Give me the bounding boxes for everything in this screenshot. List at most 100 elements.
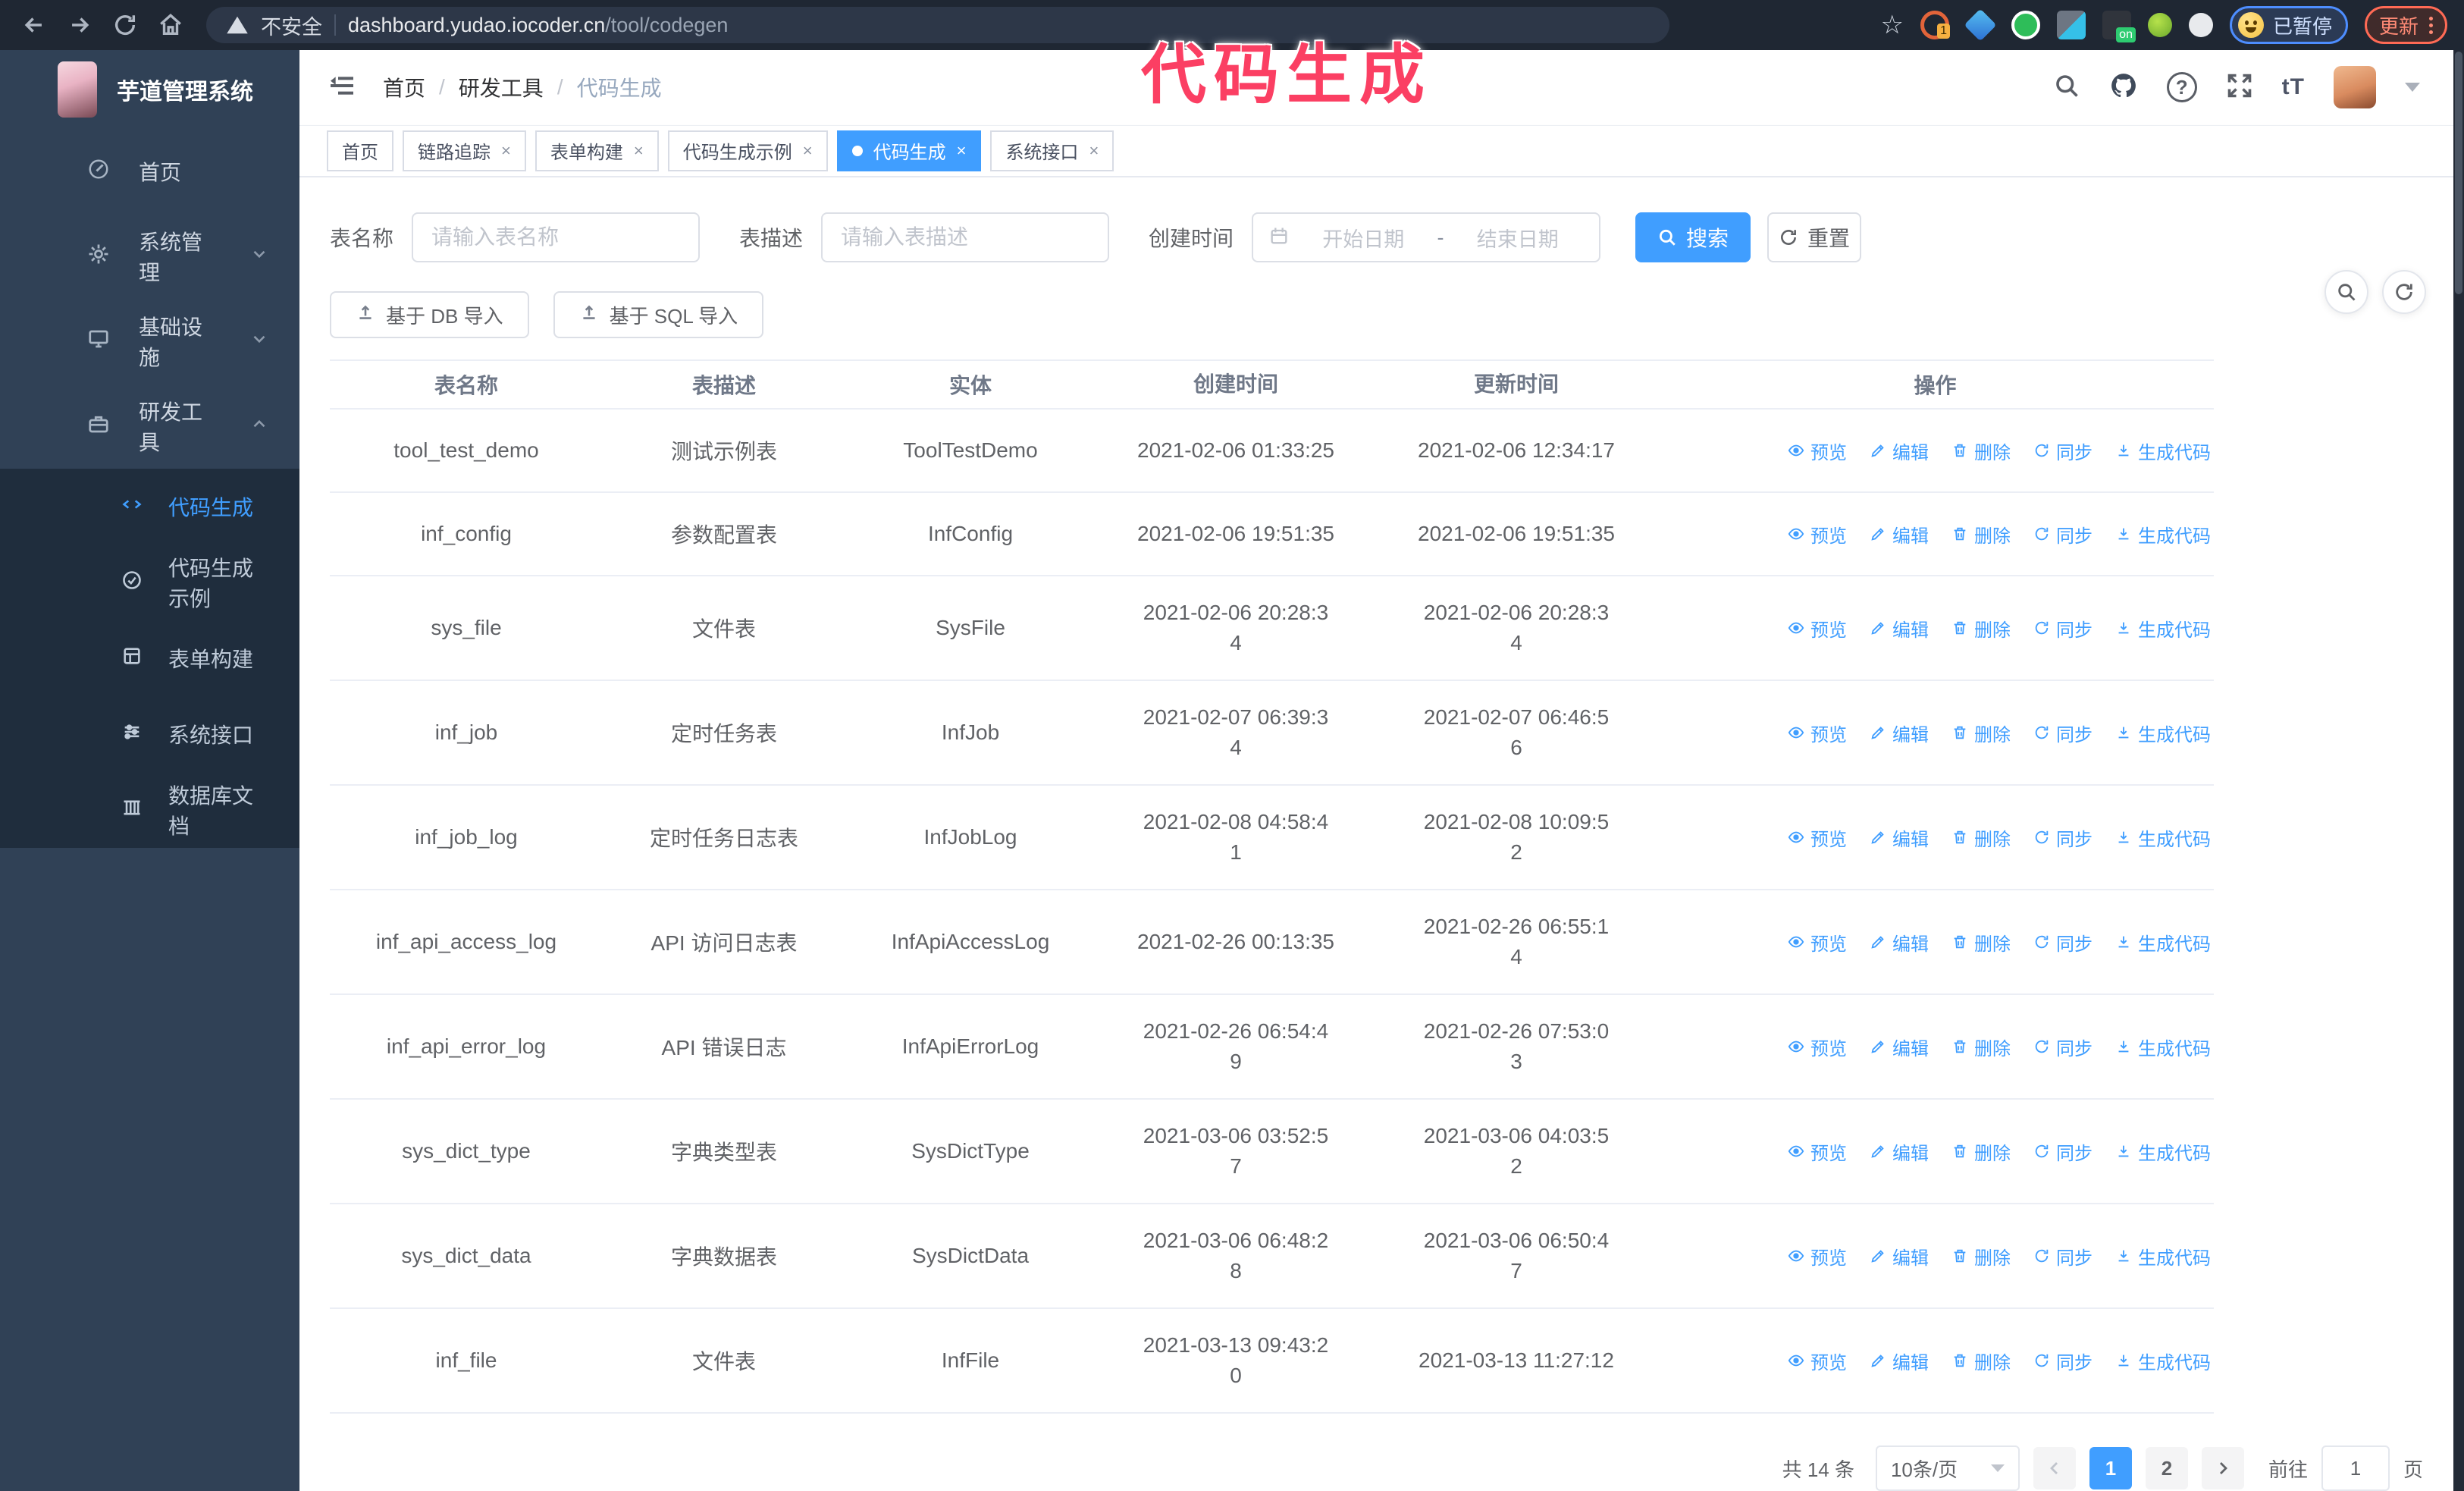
sync-link[interactable]: 同步 bbox=[2033, 1243, 2093, 1270]
user-menu-caret-icon[interactable] bbox=[2405, 83, 2420, 93]
sidebar-item-codegen-example[interactable]: 代码生成示例 bbox=[0, 545, 299, 620]
delete-link[interactable]: 删除 bbox=[1951, 1138, 2011, 1165]
extension-icon-6[interactable] bbox=[2147, 13, 2172, 37]
close-icon[interactable]: × bbox=[634, 142, 644, 159]
github-icon[interactable] bbox=[2109, 71, 2138, 104]
tab-trace[interactable]: 链路追踪 × bbox=[403, 130, 526, 171]
browser-scrollbar[interactable] bbox=[2453, 50, 2464, 1491]
close-icon[interactable]: × bbox=[957, 142, 967, 159]
tab-codegen-example[interactable]: 代码生成示例 × bbox=[667, 130, 828, 171]
generate-code-link[interactable]: 生成代码 bbox=[2115, 1243, 2211, 1270]
sync-link[interactable]: 同步 bbox=[2033, 1138, 2093, 1165]
toggle-search-button[interactable] bbox=[2324, 270, 2368, 314]
preview-link[interactable]: 预览 bbox=[1788, 1348, 1847, 1374]
close-icon[interactable]: × bbox=[803, 142, 813, 159]
extensions-puzzle-icon[interactable] bbox=[2188, 13, 2213, 37]
sidebar-item-infrastructure[interactable]: 基础设施 bbox=[0, 299, 299, 384]
page-size-select[interactable]: 10条/页 bbox=[1875, 1445, 2020, 1491]
generate-code-link[interactable]: 生成代码 bbox=[2115, 521, 2211, 548]
edit-link[interactable]: 编辑 bbox=[1870, 615, 1929, 642]
back-icon[interactable] bbox=[17, 8, 52, 42]
reset-button[interactable]: 重置 bbox=[1767, 212, 1862, 262]
preview-link[interactable]: 预览 bbox=[1788, 824, 1847, 851]
generate-code-link[interactable]: 生成代码 bbox=[2115, 1034, 2211, 1060]
preview-link[interactable]: 预览 bbox=[1788, 521, 1847, 548]
edit-link[interactable]: 编辑 bbox=[1870, 1348, 1929, 1374]
sync-link[interactable]: 同步 bbox=[2033, 1034, 2093, 1060]
edit-link[interactable]: 编辑 bbox=[1870, 720, 1929, 746]
sync-link[interactable]: 同步 bbox=[2033, 615, 2093, 642]
sidebar-item-dev-tools[interactable]: 研发工具 bbox=[0, 384, 299, 469]
delete-link[interactable]: 删除 bbox=[1951, 1348, 2011, 1374]
help-icon[interactable]: ? bbox=[2166, 72, 2197, 103]
close-icon[interactable]: × bbox=[1089, 142, 1099, 159]
browser-update-button[interactable]: 更新 bbox=[2364, 6, 2447, 44]
delete-link[interactable]: 删除 bbox=[1951, 521, 2011, 548]
sync-link[interactable]: 同步 bbox=[2033, 720, 2093, 746]
home-icon[interactable] bbox=[153, 8, 188, 42]
breadcrumb-dev-tools[interactable]: 研发工具 bbox=[459, 72, 544, 102]
edit-link[interactable]: 编辑 bbox=[1870, 521, 1929, 548]
sidebar-item-home[interactable]: 首页 bbox=[0, 129, 299, 214]
forward-icon[interactable] bbox=[62, 8, 97, 42]
generate-code-link[interactable]: 生成代码 bbox=[2115, 929, 2211, 956]
page-button-1[interactable]: 1 bbox=[2089, 1447, 2132, 1489]
delete-link[interactable]: 删除 bbox=[1951, 720, 2011, 746]
security-warning-icon[interactable] bbox=[226, 14, 249, 36]
breadcrumb-home[interactable]: 首页 bbox=[383, 72, 425, 102]
generate-code-link[interactable]: 生成代码 bbox=[2115, 1138, 2211, 1165]
refresh-table-button[interactable] bbox=[2382, 270, 2426, 314]
sync-link[interactable]: 同步 bbox=[2033, 521, 2093, 548]
extension-icon-5[interactable]: on bbox=[2102, 11, 2136, 42]
edit-link[interactable]: 编辑 bbox=[1870, 438, 1929, 464]
tab-form-builder[interactable]: 表单构建 × bbox=[534, 130, 659, 171]
generate-code-link[interactable]: 生成代码 bbox=[2115, 438, 2211, 464]
sidebar-item-codegen[interactable]: 代码生成 bbox=[0, 469, 299, 545]
sync-link[interactable]: 同步 bbox=[2033, 438, 2093, 464]
sync-link[interactable]: 同步 bbox=[2033, 1348, 2093, 1374]
edit-link[interactable]: 编辑 bbox=[1870, 1243, 1929, 1270]
generate-code-link[interactable]: 生成代码 bbox=[2115, 720, 2211, 746]
hamburger-icon[interactable] bbox=[327, 71, 357, 105]
sync-link[interactable]: 同步 bbox=[2033, 824, 2093, 851]
sync-link[interactable]: 同步 bbox=[2033, 929, 2093, 956]
sidebar-item-form-builder[interactable]: 表单构建 bbox=[0, 620, 299, 696]
preview-link[interactable]: 预览 bbox=[1788, 720, 1847, 746]
preview-link[interactable]: 预览 bbox=[1788, 615, 1847, 642]
delete-link[interactable]: 删除 bbox=[1951, 615, 2011, 642]
search-icon[interactable] bbox=[2053, 72, 2080, 103]
preview-link[interactable]: 预览 bbox=[1788, 929, 1847, 956]
sidebar-item-system-api[interactable]: 系统接口 bbox=[0, 696, 299, 772]
next-page-button[interactable] bbox=[2201, 1447, 2244, 1489]
start-date-placeholder[interactable]: 开始日期 bbox=[1297, 223, 1430, 253]
table-desc-input[interactable] bbox=[821, 212, 1110, 262]
fullscreen-icon[interactable] bbox=[2226, 72, 2253, 103]
delete-link[interactable]: 删除 bbox=[1951, 438, 2011, 464]
tab-codegen[interactable]: 代码生成 × bbox=[836, 130, 982, 171]
scrollbar-thumb[interactable] bbox=[2455, 52, 2462, 294]
bookmark-star-icon[interactable]: ☆ bbox=[1880, 12, 1903, 38]
preview-link[interactable]: 预览 bbox=[1788, 1243, 1847, 1270]
preview-link[interactable]: 预览 bbox=[1788, 1138, 1847, 1165]
generate-code-link[interactable]: 生成代码 bbox=[2115, 615, 2211, 642]
page-button-2[interactable]: 2 bbox=[2145, 1447, 2188, 1489]
goto-page-input[interactable] bbox=[2321, 1445, 2390, 1491]
sidebar-item-system[interactable]: 系统管理 bbox=[0, 214, 299, 299]
extension-icon-4[interactable] bbox=[2056, 11, 2086, 39]
edit-link[interactable]: 编辑 bbox=[1870, 824, 1929, 851]
browser-menu-icon[interactable] bbox=[2429, 16, 2433, 34]
edit-link[interactable]: 编辑 bbox=[1870, 1034, 1929, 1060]
date-range-picker[interactable]: 开始日期 - 结束日期 bbox=[1252, 212, 1601, 262]
delete-link[interactable]: 删除 bbox=[1951, 929, 2011, 956]
prev-page-button[interactable] bbox=[2033, 1447, 2076, 1489]
end-date-placeholder[interactable]: 结束日期 bbox=[1452, 223, 1585, 253]
app-logo[interactable]: 芋道管理系统 bbox=[0, 50, 299, 129]
delete-link[interactable]: 删除 bbox=[1951, 1034, 2011, 1060]
address-bar[interactable]: 不安全 dashboard.yudao.iocoder.cn/tool/code… bbox=[206, 7, 1669, 43]
user-avatar[interactable] bbox=[2334, 66, 2376, 109]
delete-link[interactable]: 删除 bbox=[1951, 824, 2011, 851]
generate-code-link[interactable]: 生成代码 bbox=[2115, 1348, 2211, 1374]
profile-paused-badge[interactable]: 已暂停 bbox=[2229, 6, 2348, 44]
reload-icon[interactable] bbox=[108, 8, 143, 42]
table-name-input[interactable] bbox=[412, 212, 701, 262]
